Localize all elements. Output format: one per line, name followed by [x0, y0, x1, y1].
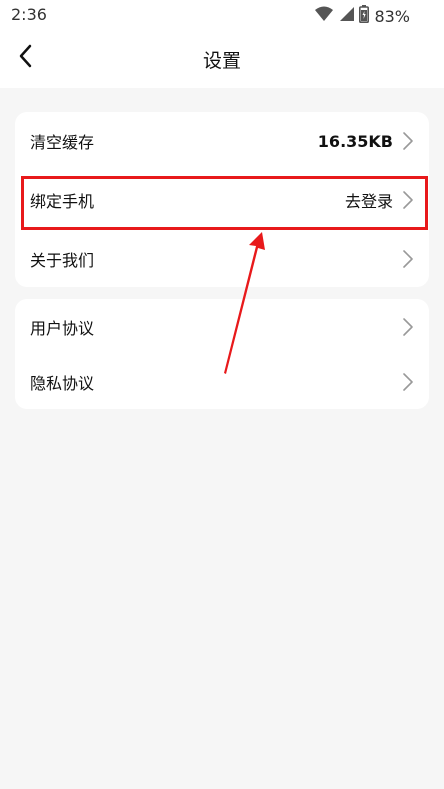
chevron-right-icon	[402, 249, 414, 269]
battery-percent: 83%	[374, 6, 410, 26]
user-agreement-row[interactable]: 用户协议	[15, 299, 429, 354]
cache-size-value: 16.35KB	[317, 131, 393, 151]
about-us-row[interactable]: 关于我们	[15, 230, 429, 287]
battery-icon	[359, 5, 370, 27]
settings-group-1: 清空缓存 16.35KB 绑定手机 去登录 关于我们	[15, 112, 429, 287]
chevron-right-icon	[402, 190, 414, 210]
privacy-agreement-row[interactable]: 隐私协议	[15, 354, 429, 409]
user-agreement-label: 用户协议	[30, 318, 95, 338]
wifi-icon	[315, 6, 334, 26]
signal-icon	[338, 6, 355, 26]
chevron-right-icon	[402, 131, 414, 151]
about-us-label: 关于我们	[30, 250, 95, 270]
chevron-right-icon	[402, 317, 414, 337]
status-time: 2:36	[11, 5, 47, 24]
go-login-value: 去登录	[344, 192, 393, 211]
bind-phone-row[interactable]: 绑定手机 去登录	[15, 170, 429, 230]
clear-cache-row[interactable]: 清空缓存 16.35KB	[15, 112, 429, 170]
page-title: 设置	[202, 50, 241, 72]
navigation-bar: 设置	[0, 30, 444, 88]
privacy-agreement-label: 隐私协议	[30, 373, 95, 393]
settings-group-2: 用户协议 隐私协议	[15, 299, 429, 409]
chevron-right-icon	[402, 372, 414, 392]
status-icons: 83%	[315, 5, 410, 27]
settings-screen: 2:36 83% 设置 清空缓存 16.35KB 绑定手机 去登录 关于我们 用…	[0, 0, 444, 789]
status-bar: 2:36 83%	[0, 0, 444, 30]
clear-cache-label: 清空缓存	[30, 133, 95, 152]
bind-phone-label: 绑定手机	[30, 192, 95, 211]
